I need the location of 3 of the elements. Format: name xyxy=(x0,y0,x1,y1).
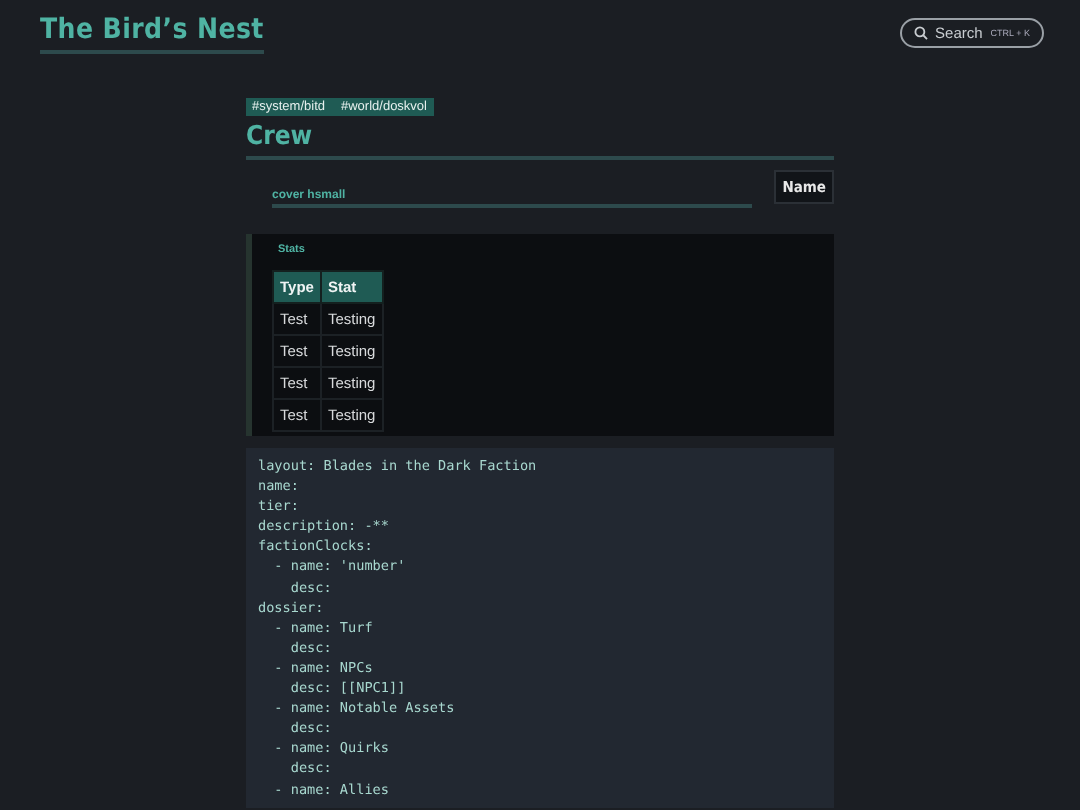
page-title: Crew xyxy=(246,122,834,160)
search-icon xyxy=(913,26,928,40)
site-title[interactable]: The Bird’s Nest xyxy=(40,14,264,54)
